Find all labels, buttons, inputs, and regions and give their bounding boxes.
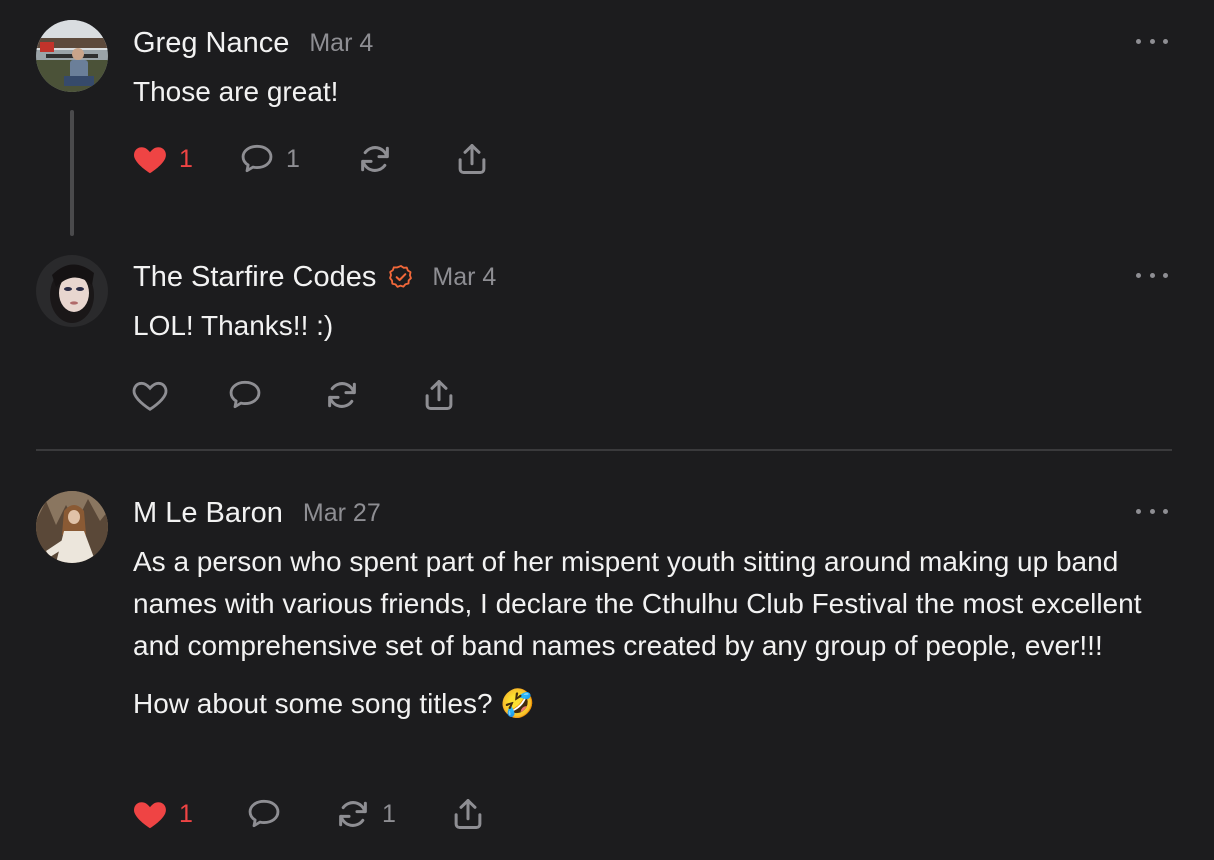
author-name[interactable]: Greg Nance (133, 27, 289, 60)
heart-filled-icon (131, 140, 169, 178)
avatar[interactable] (36, 255, 108, 327)
restack-button[interactable] (323, 375, 361, 415)
restack-icon (356, 140, 394, 178)
reply-button[interactable] (226, 375, 264, 415)
comment-date[interactable]: Mar 27 (303, 499, 381, 528)
heart-filled-icon (131, 795, 169, 833)
thread-divider (36, 449, 1172, 451)
like-count: 1 (179, 799, 193, 828)
restack-icon (334, 795, 372, 833)
restack-button[interactable] (356, 139, 394, 179)
author-name[interactable]: M Le Baron (133, 497, 283, 530)
comment-icon (238, 140, 276, 178)
more-options-icon[interactable] (1136, 31, 1168, 51)
thread-line (70, 110, 74, 236)
comment-text: How about some song titles? 🤣 (133, 688, 536, 719)
reply-count: 1 (286, 144, 300, 173)
comment-date[interactable]: Mar 4 (432, 263, 496, 292)
more-options-icon[interactable] (1136, 265, 1168, 285)
share-button[interactable] (453, 139, 491, 179)
share-icon (453, 140, 491, 178)
avatar[interactable] (36, 491, 108, 563)
comment-body: Those are great! (133, 71, 1178, 113)
share-button[interactable] (420, 375, 458, 415)
comment-header: M Le Baron Mar 27 (133, 495, 381, 531)
reply-button[interactable] (245, 794, 283, 834)
share-icon (420, 376, 458, 414)
comment-text: LOL! Thanks!! :) (133, 310, 334, 341)
author-name[interactable]: The Starfire Codes (133, 261, 376, 294)
comment-text: Those are great! (133, 76, 339, 107)
restack-icon (323, 376, 361, 414)
like-button[interactable]: 1 (131, 794, 193, 834)
share-icon (449, 795, 487, 833)
comment-header: Greg Nance Mar 4 (133, 25, 373, 61)
heart-outline-icon (131, 376, 169, 414)
restack-count: 1 (382, 799, 396, 828)
comment-body: As a person who spent part of her mispen… (133, 541, 1178, 725)
comment-icon (226, 376, 264, 414)
comment-icon (245, 795, 283, 833)
comments-page: Greg Nance Mar 4 Those are great! 1 1 Th… (0, 0, 1214, 860)
comment-date[interactable]: Mar 4 (309, 29, 373, 58)
restack-button[interactable]: 1 (334, 794, 396, 834)
reply-button[interactable]: 1 (238, 139, 300, 179)
more-options-icon[interactable] (1136, 501, 1168, 521)
like-count: 1 (179, 144, 193, 173)
like-button[interactable] (131, 375, 169, 415)
share-button[interactable] (449, 794, 487, 834)
comment-body: LOL! Thanks!! :) (133, 305, 1178, 347)
like-button[interactable]: 1 (131, 139, 193, 179)
comment-text: As a person who spent part of her mispen… (133, 546, 1142, 661)
comment-header: The Starfire Codes Mar 4 (133, 259, 496, 295)
verified-badge-icon (388, 264, 414, 290)
avatar[interactable] (36, 20, 108, 92)
